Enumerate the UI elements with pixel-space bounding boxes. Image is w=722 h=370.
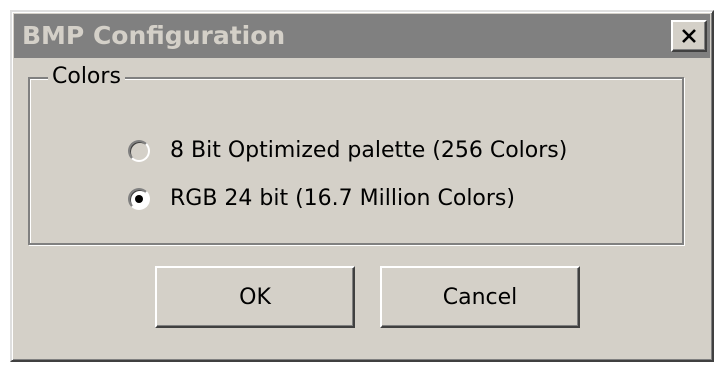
radio-option-rgb24[interactable]: RGB 24 bit (16.7 Million Colors): [128, 184, 515, 214]
title-bar[interactable]: BMP Configuration: [14, 14, 710, 58]
colors-group-label: Colors: [48, 64, 125, 90]
radio-option-8bit[interactable]: 8 Bit Optimized palette (256 Colors): [128, 136, 567, 166]
ok-button[interactable]: OK: [155, 266, 355, 328]
radio-8bit-unselected[interactable]: [128, 140, 150, 162]
dialog-title: BMP Configuration: [22, 21, 286, 50]
radio-selected-dot: [135, 195, 143, 203]
radio-rgb24-label: RGB 24 bit (16.7 Million Colors): [170, 186, 515, 211]
radio-8bit-label: 8 Bit Optimized palette (256 Colors): [170, 138, 568, 163]
close-button[interactable]: [671, 20, 707, 52]
radio-rgb24-selected[interactable]: [128, 188, 150, 210]
close-x-icon: [682, 29, 696, 43]
cancel-button[interactable]: Cancel: [380, 266, 580, 328]
